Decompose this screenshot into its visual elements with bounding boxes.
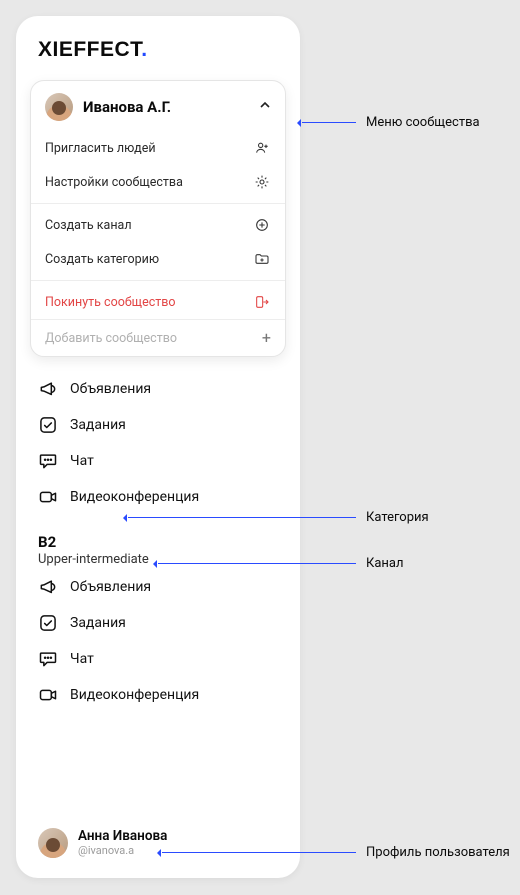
channel-list: Объявления Задания Чат Видеоконференция … bbox=[16, 357, 300, 818]
annotation-category: Категория bbox=[128, 510, 429, 525]
community-menu-header[interactable]: Иванова А.Г. bbox=[31, 81, 285, 131]
gear-icon bbox=[253, 173, 271, 191]
channel-label: Задания bbox=[70, 417, 126, 433]
channel-label: Объявления bbox=[70, 381, 151, 397]
channel-item-chat-b2[interactable]: Чат bbox=[38, 641, 278, 677]
annotation-community-menu: Меню сообщества bbox=[302, 115, 480, 130]
user-name: Анна Иванова bbox=[78, 829, 167, 845]
channel-item-tasks[interactable]: Задания bbox=[38, 407, 278, 443]
chat-icon bbox=[38, 649, 58, 669]
channel-label: Задания bbox=[70, 615, 126, 631]
menu-separator bbox=[31, 280, 285, 281]
chevron-up-icon bbox=[259, 99, 271, 115]
channel-label: Видеоконференция bbox=[70, 489, 199, 505]
annotation-label: Канал bbox=[366, 556, 404, 571]
channel-label: Чат bbox=[70, 651, 94, 667]
channel-item-announcements-b2[interactable]: Объявления bbox=[38, 569, 278, 605]
annotation-label: Меню сообщества bbox=[366, 115, 480, 130]
menu-separator bbox=[31, 203, 285, 204]
logo-text: XIEFFECT bbox=[38, 38, 141, 61]
megaphone-icon bbox=[38, 379, 58, 399]
user-avatar bbox=[38, 828, 68, 858]
circle-plus-icon bbox=[253, 216, 271, 234]
add-community-label: Добавить сообщество bbox=[45, 331, 177, 346]
video-icon bbox=[38, 487, 58, 507]
video-icon bbox=[38, 685, 58, 705]
menu-item-label: Настройки сообщества bbox=[45, 175, 183, 190]
menu-item-leave[interactable]: Покинуть сообщество bbox=[31, 285, 285, 319]
annotation-label: Профиль пользователя bbox=[366, 845, 510, 860]
menu-item-label: Создать канал bbox=[45, 218, 132, 233]
annotation-profile: Профиль пользователя bbox=[162, 845, 510, 860]
menu-item-label: Создать категорию bbox=[45, 252, 159, 267]
plus-icon: + bbox=[262, 330, 271, 346]
folder-plus-icon bbox=[253, 250, 271, 268]
channel-label: Видеоконференция bbox=[70, 687, 199, 703]
community-owner-avatar bbox=[45, 93, 73, 121]
channel-item-chat[interactable]: Чат bbox=[38, 443, 278, 479]
annotation-channel: Канал bbox=[158, 556, 404, 571]
menu-item-settings[interactable]: Настройки сообщества bbox=[31, 165, 285, 199]
channel-item-video-b2[interactable]: Видеоконференция bbox=[38, 677, 278, 713]
check-icon bbox=[38, 613, 58, 633]
menu-item-create-channel[interactable]: Создать канал bbox=[31, 208, 285, 242]
channel-item-tasks-b2[interactable]: Задания bbox=[38, 605, 278, 641]
menu-item-label: Покинуть сообщество bbox=[45, 295, 176, 310]
channel-label: Чат bbox=[70, 453, 94, 469]
menu-item-invite[interactable]: Пригласить людей bbox=[31, 131, 285, 165]
chat-icon bbox=[38, 451, 58, 471]
exit-icon bbox=[253, 293, 271, 311]
annotation-label: Категория bbox=[366, 510, 429, 525]
app-logo: XIEFFECT. bbox=[16, 38, 300, 80]
menu-item-create-category[interactable]: Создать категорию bbox=[31, 242, 285, 276]
channel-item-announcements[interactable]: Объявления bbox=[38, 371, 278, 407]
add-community-row[interactable]: Добавить сообщество + bbox=[31, 319, 285, 356]
check-icon bbox=[38, 415, 58, 435]
megaphone-icon bbox=[38, 577, 58, 597]
user-plus-icon bbox=[253, 139, 271, 157]
community-menu-card: Иванова А.Г. Пригласить людей Настройки … bbox=[30, 80, 286, 357]
category-title: B2 bbox=[38, 533, 278, 551]
menu-item-label: Пригласить людей bbox=[45, 141, 156, 156]
channel-label: Объявления bbox=[70, 579, 151, 595]
logo-dot: . bbox=[141, 38, 147, 61]
community-owner-name: Иванова А.Г. bbox=[83, 98, 249, 116]
sidebar-panel: XIEFFECT. Иванова А.Г. Пригласить людей … bbox=[16, 16, 300, 878]
